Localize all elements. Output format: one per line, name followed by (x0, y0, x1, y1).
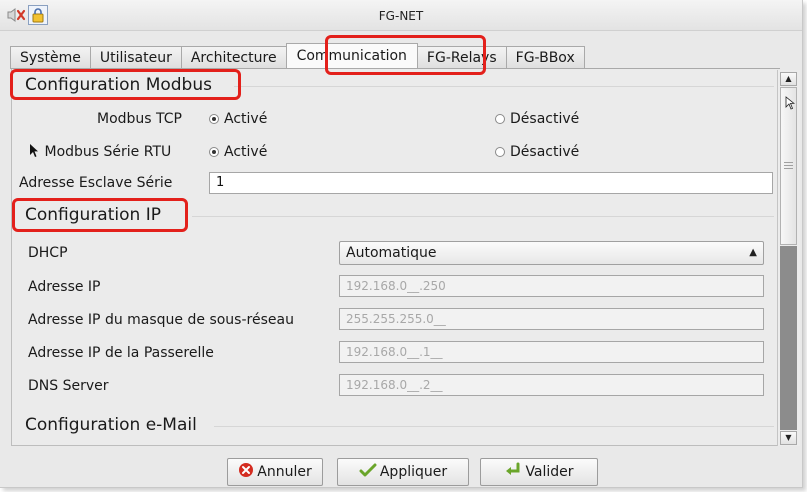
modbus-rtu-label: Modbus Série RTU (30, 144, 171, 160)
validate-button-label: Valider (525, 464, 574, 480)
radio-dot (495, 147, 505, 157)
scroll-down-button[interactable]: ▼ (780, 431, 797, 445)
subnet-mask-label: Adresse IP du masque de sous-réseau (28, 312, 294, 328)
dhcp-select-value: Automatique (346, 245, 437, 261)
grip-line (784, 165, 793, 166)
ip-address-label: Adresse IP (28, 279, 101, 295)
apply-button[interactable]: Appliquer (337, 458, 469, 486)
scroll-track[interactable] (780, 246, 797, 430)
section-divider (234, 86, 774, 87)
app-window: FG-NET Système Utilisateur Architecture … (0, 0, 803, 488)
tab-communication[interactable]: Communication (285, 43, 418, 69)
cancel-icon (238, 462, 254, 482)
modbus-tcp-label: Modbus TCP (97, 111, 182, 127)
cancel-button-label: Annuler (257, 464, 312, 480)
dhcp-select[interactable]: Automatique ▲ (339, 241, 764, 265)
dhcp-label: DHCP (28, 245, 68, 261)
tab-utilisateur[interactable]: Utilisateur (89, 46, 182, 69)
radio-dot (209, 147, 219, 157)
slave-address-label: Adresse Esclave Série (19, 175, 173, 191)
dns-server-label: DNS Server (28, 378, 109, 394)
slave-address-input[interactable]: 1 (209, 172, 773, 194)
modbus-tcp-on-radio[interactable]: Activé (209, 111, 267, 127)
modbus-tcp-off-radio[interactable]: Désactivé (495, 111, 579, 127)
title-bar: FG-NET (0, 0, 802, 31)
radio-label: Désactivé (510, 111, 580, 127)
section-email-title: Configuration e-Mail (25, 415, 197, 435)
radio-label: Activé (224, 144, 268, 160)
modbus-rtu-on-radio[interactable]: Activé (209, 144, 267, 160)
apply-button-label: Appliquer (379, 464, 448, 480)
section-divider (192, 216, 774, 217)
subnet-mask-input[interactable]: 255.255.255.0__ (339, 308, 764, 330)
cancel-button[interactable]: Annuler (227, 458, 323, 486)
radio-dot (209, 114, 219, 124)
window-title: FG-NET (378, 9, 424, 23)
radio-label: Activé (224, 111, 268, 127)
ip-address-input[interactable]: 192.168.0__.250 (339, 275, 764, 297)
vertical-scrollbar[interactable]: ▲ ▼ (777, 70, 800, 446)
scroll-thumb[interactable] (780, 87, 797, 245)
enter-arrow-icon (504, 462, 522, 482)
grip-line (784, 162, 793, 163)
gateway-input[interactable]: 192.168.0__.1__ (339, 341, 764, 363)
tab-architecture[interactable]: Architecture (180, 46, 287, 69)
mouse-pointer-icon (785, 95, 796, 114)
scroll-up-button[interactable]: ▲ (780, 72, 797, 86)
section-modbus-title: Configuration Modbus (25, 75, 212, 95)
grip-line (784, 168, 793, 169)
updown-arrows-icon: ▲ (749, 247, 757, 258)
tab-fg-bbox[interactable]: FG-BBox (505, 46, 585, 69)
checkmark-icon (359, 462, 377, 482)
section-ip-title: Configuration IP (25, 205, 161, 225)
tab-bar: Système Utilisateur Architecture Communi… (10, 43, 585, 69)
radio-dot (495, 114, 505, 124)
validate-button[interactable]: Valider (480, 458, 598, 486)
mouse-pointer-icon (30, 144, 43, 160)
tab-fg-relays[interactable]: FG-Relays (416, 46, 507, 69)
settings-panel: Configuration Modbus Modbus TCP Activé D… (11, 69, 777, 446)
modbus-rtu-off-radio[interactable]: Désactivé (495, 144, 579, 160)
dns-server-input[interactable]: 192.168.0__.2__ (339, 374, 764, 396)
tab-systeme[interactable]: Système (10, 46, 91, 69)
gateway-label: Adresse IP de la Passerelle (28, 345, 214, 361)
radio-label: Désactivé (510, 144, 580, 160)
section-divider (214, 426, 774, 427)
